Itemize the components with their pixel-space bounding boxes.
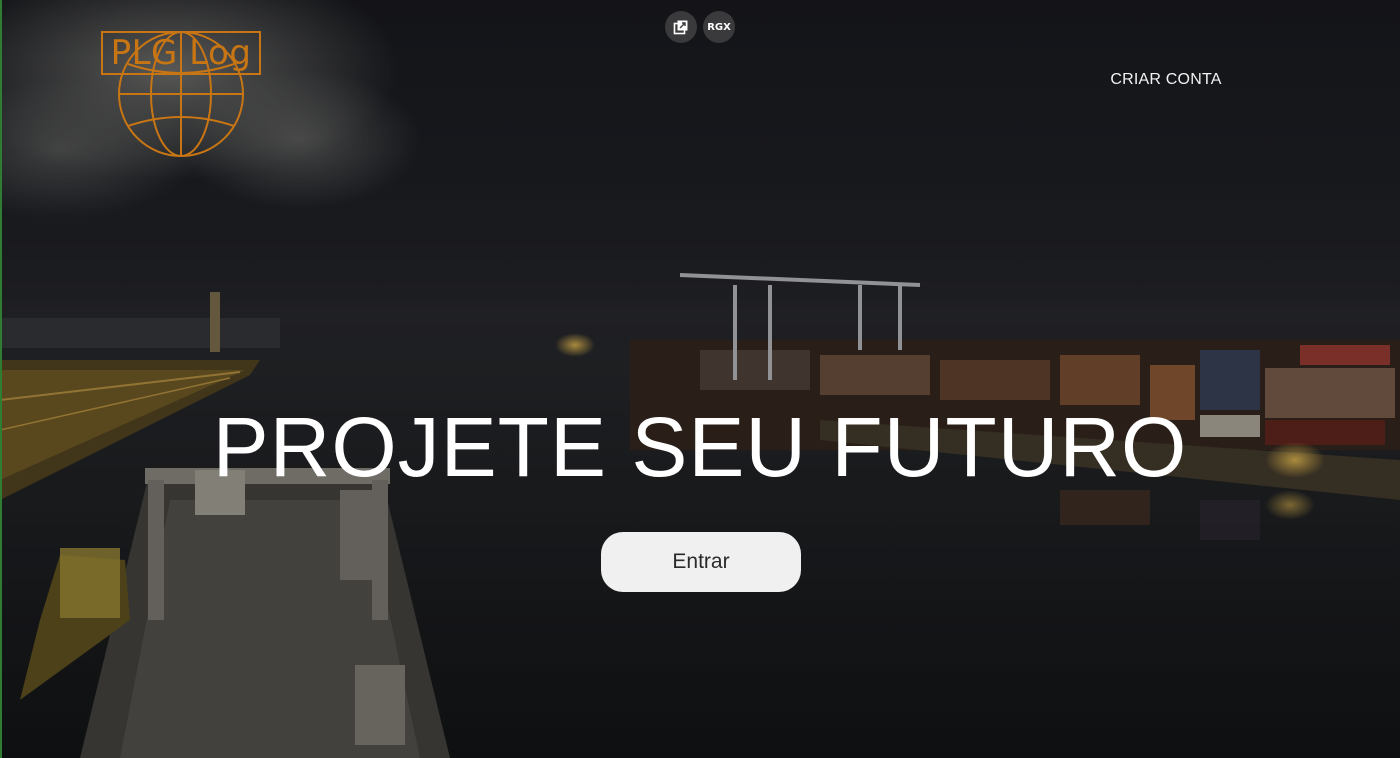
top-toolbar: RGX bbox=[665, 11, 735, 43]
left-edge-accent bbox=[0, 0, 2, 758]
create-account-link[interactable]: CRIAR CONTA bbox=[1100, 71, 1232, 89]
enter-button[interactable]: Entrar bbox=[601, 532, 801, 592]
external-window-button[interactable] bbox=[665, 11, 697, 43]
hero-headline: PROJETE SEU FUTURO bbox=[212, 400, 1188, 494]
rgx-button[interactable]: RGX bbox=[703, 11, 735, 43]
external-window-icon bbox=[673, 20, 688, 35]
hero-section: PLG Log RGX CRIAR CONTA PROJETE SEU FUTU… bbox=[0, 0, 1400, 758]
logo-wordmark[interactable]: PLG Log bbox=[101, 31, 261, 75]
